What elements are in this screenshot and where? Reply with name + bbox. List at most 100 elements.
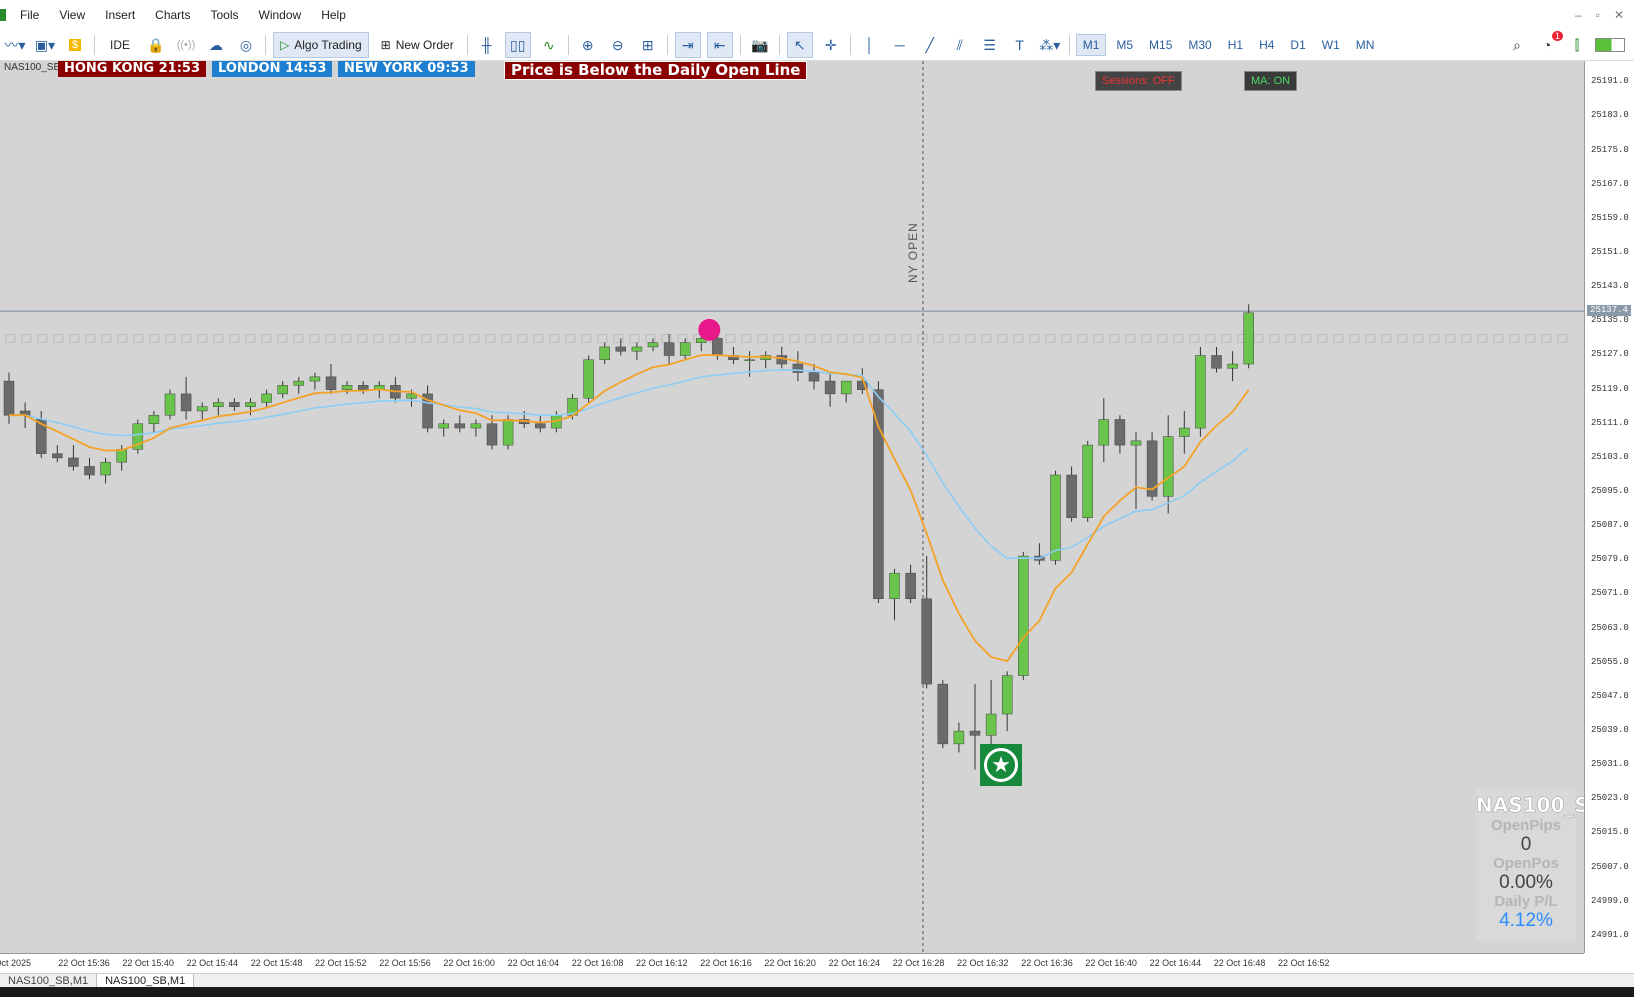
zoom-out-icon[interactable]: ⊖ <box>606 33 630 57</box>
timeframe-mn[interactable]: MN <box>1350 35 1381 55</box>
daily-open-marker <box>213 333 224 343</box>
shapes-icon[interactable]: ⁂▾ <box>1038 33 1062 57</box>
daily-open-marker <box>1253 333 1264 343</box>
horizontal-line-icon[interactable]: ─ <box>888 33 912 57</box>
market-icon[interactable]: $ <box>63 33 87 57</box>
candle <box>631 346 643 352</box>
menu-view[interactable]: View <box>59 8 85 22</box>
daily-open-marker <box>1301 333 1312 343</box>
trendline-icon[interactable]: ╱ <box>918 33 942 57</box>
lock-icon[interactable]: 🔒 <box>144 33 168 57</box>
daily-open-marker <box>533 333 544 343</box>
daily-open-marker <box>341 333 352 343</box>
daily-open-marker <box>1029 333 1040 343</box>
price-axis[interactable]: 25191.0 25183.0 25175.0 25167.0 25159.0 25151… <box>1584 61 1634 953</box>
session-tag-1: LONDON 14:53 <box>212 61 333 77</box>
sessions-toggle[interactable]: Sessions: OFF <box>1095 71 1182 91</box>
auto-scroll-icon[interactable]: ⇥ <box>674 32 701 58</box>
session-tag-2: NEW YORK 09:53 <box>338 61 475 77</box>
price-tick-label: 25143.0 <box>1591 281 1629 292</box>
search-icon[interactable]: ⌕ <box>1505 33 1529 57</box>
time-tick-label: 22 Oct 15:48 <box>250 958 303 968</box>
timeframe-m1[interactable]: M1 <box>1075 34 1107 56</box>
trade-info-panel: NAS100_S OpenPips 0 OpenPos 0.00% Daily … <box>1476 789 1584 941</box>
ma-toggle[interactable]: MA: ON <box>1244 71 1298 91</box>
daily-open-marker <box>997 333 1008 343</box>
chart-area[interactable]: NAS100_SB,M1 HONG KONG 21:53 LONDON 14:53… <box>0 61 1584 953</box>
timeframe-m15[interactable]: M15 <box>1143 35 1178 55</box>
zoom-in-icon[interactable]: ⊕ <box>576 33 600 57</box>
crosshair-icon[interactable]: ✛ <box>819 33 843 57</box>
menu-help[interactable]: Help <box>321 8 346 22</box>
minimize-icon[interactable]: – <box>1575 8 1582 22</box>
bar-chart-icon[interactable]: ╫ <box>475 33 499 57</box>
chart-shift-icon[interactable]: ⇤ <box>706 32 733 58</box>
channel-icon[interactable]: ⫽ <box>948 33 972 57</box>
candle <box>792 363 804 373</box>
daily-open-marker <box>933 333 944 343</box>
daily-open-marker <box>261 333 272 343</box>
menu-tools[interactable]: Tools <box>211 8 239 22</box>
chart-type-icon[interactable]: 〰▾ <box>3 33 27 57</box>
candle <box>68 457 79 467</box>
fibonacci-icon[interactable]: ☰ <box>978 33 1002 57</box>
candle <box>454 423 466 429</box>
candle <box>1066 474 1077 518</box>
templates-icon[interactable]: ▣▾ <box>33 33 57 57</box>
timeframe-w1[interactable]: W1 <box>1316 35 1346 55</box>
close-icon[interactable]: ✕ <box>1614 8 1624 22</box>
time-axis[interactable]: 22 Oct 2025 22 Oct 15:36 22 Oct 15:40 22 Oc… <box>0 953 1584 974</box>
daily-open-marker <box>1365 333 1376 343</box>
line-chart-icon[interactable]: ∿ <box>537 33 561 57</box>
timeframe-m30[interactable]: M30 <box>1182 35 1217 55</box>
candle <box>196 406 208 412</box>
candle <box>1082 444 1093 518</box>
candle <box>937 683 949 745</box>
menu-file[interactable]: File <box>20 8 39 22</box>
daily-open-marker <box>1557 333 1568 343</box>
candlestick-icon[interactable]: ▯▯ <box>504 32 531 58</box>
daily-open-marker <box>1189 333 1200 343</box>
daily-open-marker <box>85 333 96 343</box>
menu-insert[interactable]: Insert <box>105 8 135 22</box>
timeframe-h1[interactable]: H1 <box>1222 35 1249 55</box>
chart-tab[interactable]: NAS100_SB,M1 <box>0 974 98 988</box>
daily-open-marker <box>1093 333 1104 343</box>
chart-canvas[interactable] <box>0 61 1584 953</box>
algo-trading-button[interactable]: ▷ Algo Trading <box>273 32 369 58</box>
menu-charts[interactable]: Charts <box>155 8 190 22</box>
chart-tabs: NAS100_SB,M1 NAS100_SB,M1 <box>0 973 1634 988</box>
candle <box>535 423 546 429</box>
daily-open-marker <box>1173 333 1184 343</box>
notifications-icon[interactable]: ◔ 1 <box>1535 31 1563 57</box>
connection-icon[interactable] <box>1595 33 1625 57</box>
signal-strength-icon[interactable]: ⫿ <box>1565 33 1589 57</box>
timeframe-h4[interactable]: H4 <box>1253 35 1280 55</box>
daily-open-marker <box>725 333 736 343</box>
new-order-button[interactable]: ⊞ New Order <box>375 33 460 57</box>
price-tick-label: 25183.0 <box>1591 110 1629 121</box>
cursor-icon[interactable]: ↖ <box>786 32 813 58</box>
timeframe-m5[interactable]: M5 <box>1110 35 1139 55</box>
chart-tab-active[interactable]: NAS100_SB,M1 <box>97 974 195 988</box>
menu-window[interactable]: Window <box>259 8 302 22</box>
tile-windows-icon[interactable]: ⊞ <box>636 33 660 57</box>
candle <box>1243 312 1254 365</box>
signal-icon[interactable]: ((•)) <box>174 33 198 57</box>
daily-open-marker <box>869 333 880 343</box>
text-tool-icon[interactable]: T <box>1008 33 1032 57</box>
screenshot-icon[interactable]: 📷 <box>748 33 772 57</box>
time-tick-label: 22 Oct 16:04 <box>507 958 560 968</box>
ide-button[interactable]: IDE <box>102 33 138 57</box>
ide-label: IDE <box>109 38 130 52</box>
daily-open-marker <box>1157 333 1168 343</box>
timeframe-d1[interactable]: D1 <box>1284 35 1311 55</box>
candle <box>889 572 900 600</box>
cloud-icon[interactable]: ☁ <box>204 33 228 57</box>
restore-icon[interactable]: ▫ <box>1596 8 1600 22</box>
new-order-icon: ⊞ <box>380 38 391 52</box>
price-tick-label: 24991.0 <box>1591 929 1629 940</box>
vertical-line-icon[interactable]: │ <box>858 33 882 57</box>
vps-icon[interactable]: ◎ <box>234 33 258 57</box>
menu-bar: File View Insert Charts Tools Window Hel… <box>0 0 1634 30</box>
